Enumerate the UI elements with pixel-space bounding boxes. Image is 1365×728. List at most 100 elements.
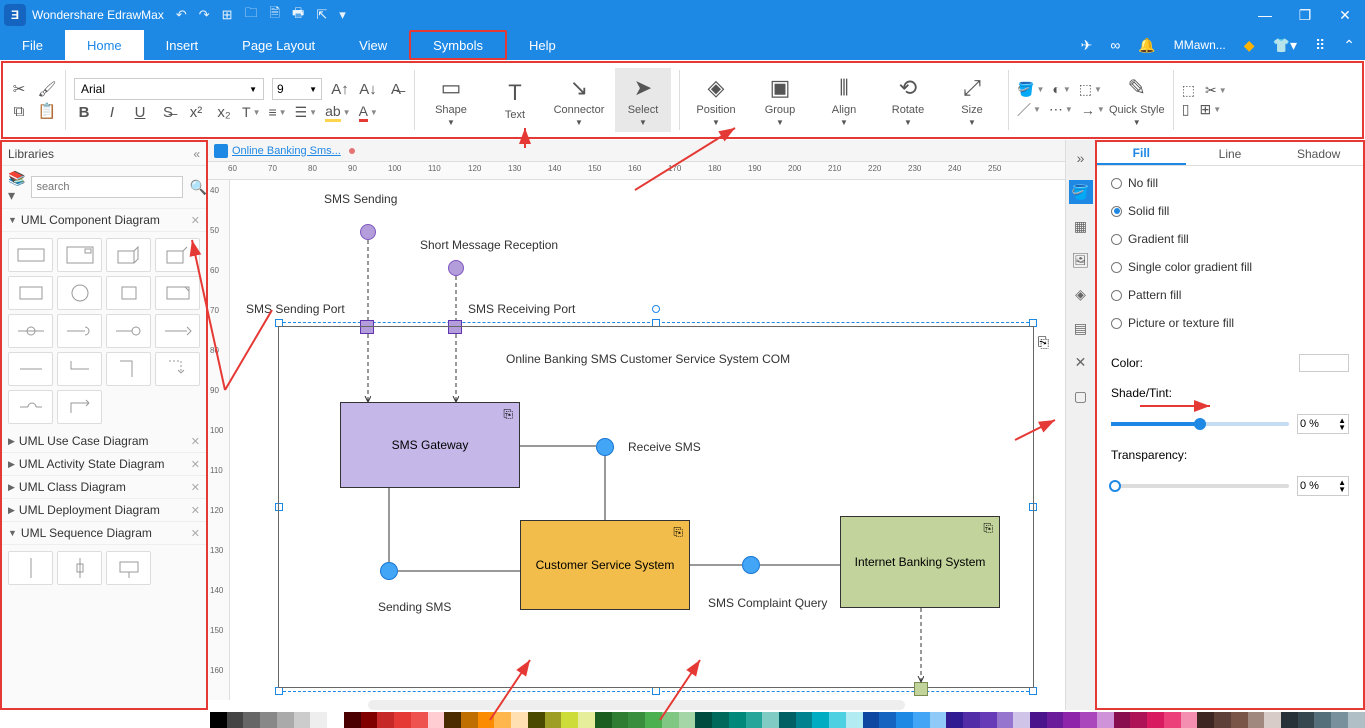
library-menu-icon[interactable]: 📚▾ (8, 170, 25, 204)
close-button[interactable]: ✕ (1325, 7, 1365, 24)
fill-icon[interactable]: 🪣▼ (1017, 81, 1044, 98)
palette-color[interactable] (746, 712, 763, 728)
shape-thumb[interactable] (106, 314, 151, 348)
lib-section-deploy[interactable]: ▶UML Deployment Diagram✕ (2, 499, 206, 522)
comp-sms-gateway[interactable]: SMS Gateway ⎘ (340, 402, 520, 488)
palette-color[interactable] (997, 712, 1014, 728)
menu-home[interactable]: Home (65, 30, 144, 60)
shape-thumb[interactable] (155, 276, 200, 310)
strike-icon[interactable]: S̶ (158, 102, 178, 122)
tab-line[interactable]: Line (1186, 142, 1275, 165)
palette-color[interactable] (394, 712, 411, 728)
shape-thumb[interactable] (57, 276, 102, 310)
palette-color[interactable] (662, 712, 679, 728)
fontcolor-icon[interactable]: A▼ (359, 103, 378, 122)
dash-icon[interactable]: ⋯▼ (1049, 101, 1073, 118)
connector-button[interactable]: ↘Connector▼ (551, 68, 607, 132)
shirt-icon[interactable]: 👕▾ (1273, 37, 1297, 54)
palette-color[interactable] (1231, 712, 1248, 728)
port-receive-sms[interactable] (596, 438, 614, 456)
menu-pagelayout[interactable]: Page Layout (220, 30, 337, 60)
palette-color[interactable] (712, 712, 729, 728)
palette-color[interactable] (361, 712, 378, 728)
palette-color[interactable] (227, 712, 244, 728)
comp-customer[interactable]: Customer Service System ⎘ (520, 520, 690, 610)
palette-color[interactable] (1047, 712, 1064, 728)
radio-picture[interactable]: Picture or texture fill (1111, 316, 1349, 330)
palette-color[interactable] (1331, 712, 1348, 728)
menu-file[interactable]: File (0, 30, 65, 60)
menu-insert[interactable]: Insert (144, 30, 221, 60)
palette-color[interactable] (1264, 712, 1281, 728)
text-button[interactable]: TText (487, 68, 543, 132)
palette-color[interactable] (1298, 712, 1315, 728)
palette-color[interactable] (1080, 712, 1097, 728)
palette-color[interactable] (1214, 712, 1231, 728)
palette-color[interactable] (812, 712, 829, 728)
lib-section-usecase[interactable]: ▶UML Use Case Diagram✕ (2, 430, 206, 453)
shape-thumb[interactable] (106, 551, 151, 585)
palette-color[interactable] (1248, 712, 1265, 728)
document-tab[interactable]: Online Banking Sms... (208, 140, 1065, 162)
palette-color[interactable] (1314, 712, 1331, 728)
palette-color[interactable] (1147, 712, 1164, 728)
maximize-button[interactable]: ❐ (1285, 7, 1325, 24)
palette-color[interactable] (310, 712, 327, 728)
shape-thumb[interactable] (106, 276, 151, 310)
align-button[interactable]: ⫴Align▼ (816, 68, 872, 132)
lib-section-class[interactable]: ▶UML Class Diagram✕ (2, 476, 206, 499)
palette-color[interactable] (411, 712, 428, 728)
radio-solid[interactable]: Solid fill (1111, 204, 1349, 218)
qat-more-icon[interactable]: ▾ (339, 7, 346, 23)
collapse-left-icon[interactable]: « (193, 147, 200, 161)
port-sending-sms[interactable] (380, 562, 398, 580)
shape-thumb[interactable] (8, 551, 53, 585)
fontsize-select[interactable]: 9▼ (272, 78, 322, 100)
copy-icon[interactable]: ⧉ (9, 101, 29, 121)
close-section-icon[interactable]: ✕ (191, 214, 200, 227)
canvas[interactable]: SMS Sending Short Message Reception SMS … (230, 180, 1065, 700)
palette-color[interactable] (377, 712, 394, 728)
shape-thumb[interactable] (106, 238, 151, 272)
palette-color[interactable] (1063, 712, 1080, 728)
layers-rail-icon[interactable]: ◈ (1069, 282, 1093, 306)
lib-section-activity[interactable]: ▶UML Activity State Diagram✕ (2, 453, 206, 476)
shape-thumb[interactable] (8, 238, 53, 272)
shrink-font-icon[interactable]: A↓ (358, 79, 378, 99)
3d-icon[interactable]: ⬚▼ (1079, 81, 1102, 98)
group-button[interactable]: ▣Group▼ (752, 68, 808, 132)
palette-color[interactable] (628, 712, 645, 728)
list-icon[interactable]: ☰▼ (295, 104, 317, 121)
shape-thumb[interactable] (155, 314, 200, 348)
diamond-icon[interactable]: ◆ (1244, 37, 1255, 54)
palette-color[interactable] (1097, 712, 1114, 728)
shape-thumb[interactable] (106, 352, 151, 386)
search-input[interactable] (31, 176, 183, 198)
palette-color[interactable] (344, 712, 361, 728)
undo-icon[interactable]: ↶ (176, 7, 187, 23)
quickstyle-button[interactable]: ✎Quick Style▼ (1109, 68, 1165, 132)
page-rail-icon[interactable]: ▤ (1069, 316, 1093, 340)
present-rail-icon[interactable]: ▢ (1069, 384, 1093, 408)
palette-color[interactable] (327, 712, 344, 728)
shape-thumb[interactable] (57, 314, 102, 348)
palette-color[interactable] (930, 712, 947, 728)
spacing-icon[interactable]: ≡▼ (268, 104, 286, 120)
palette-color[interactable] (913, 712, 930, 728)
palette-color[interactable] (863, 712, 880, 728)
palette-color[interactable] (478, 712, 495, 728)
cut-icon[interactable]: ✂ (9, 79, 29, 99)
transparency-slider[interactable] (1111, 484, 1289, 488)
case-icon[interactable]: T▼ (242, 104, 260, 120)
shape-button[interactable]: ▭Shape▼ (423, 68, 479, 132)
palette-color[interactable] (277, 712, 294, 728)
palette-color[interactable] (1164, 712, 1181, 728)
color-palette[interactable] (210, 712, 1365, 728)
shade-value[interactable]: 0 %▲▼ (1297, 414, 1349, 434)
palette-color[interactable] (846, 712, 863, 728)
user-label[interactable]: MMawn... (1174, 38, 1226, 52)
palette-color[interactable] (561, 712, 578, 728)
fill-rail-icon[interactable]: 🪣 (1069, 180, 1093, 204)
radio-gradient[interactable]: Gradient fill (1111, 232, 1349, 246)
bold-icon[interactable]: B (74, 102, 94, 122)
